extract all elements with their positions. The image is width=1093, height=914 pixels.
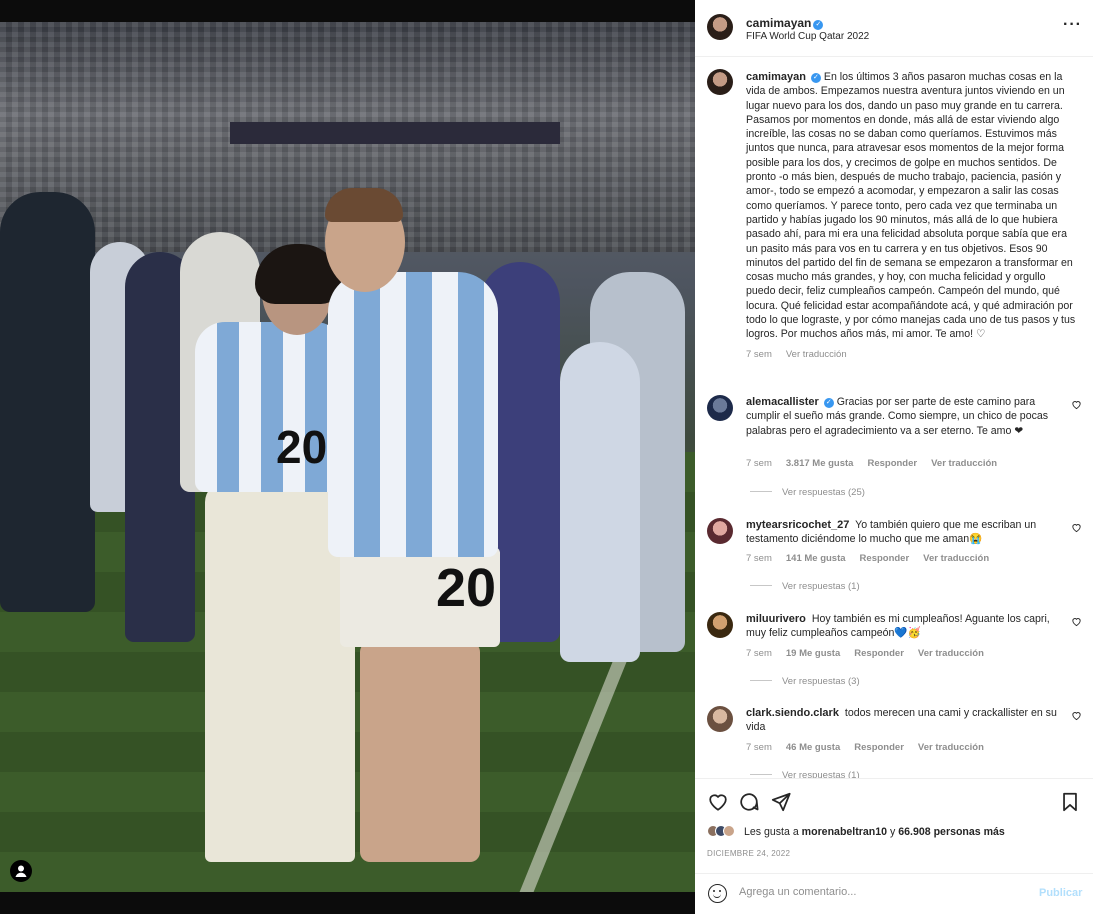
post-location[interactable]: FIFA World Cup Qatar 2022 bbox=[746, 31, 869, 42]
publish-button[interactable]: Publicar bbox=[1039, 887, 1082, 899]
comment-age: 7 sem bbox=[746, 553, 772, 564]
likes-summary[interactable]: Les gusta a morenabeltran10 y 66.908 per… bbox=[707, 825, 1005, 838]
likes-user[interactable]: morenabeltran10 bbox=[802, 826, 887, 838]
translate-link[interactable]: Ver traducción bbox=[923, 553, 989, 564]
avatar[interactable] bbox=[707, 518, 733, 544]
jersey-number-man: 20 bbox=[436, 558, 497, 618]
reply-button[interactable]: Responder bbox=[854, 742, 904, 753]
comment-body: miluurivero Hoy también es mi cumpleaños… bbox=[746, 612, 1061, 641]
comment-age: 7 sem bbox=[746, 648, 772, 659]
comment-age: 7 sem bbox=[746, 742, 772, 753]
instagram-post-modal: 20 20 camimayan ✓ FIFA World Cup Qatar 20… bbox=[0, 0, 1093, 914]
view-replies-label: Ver respuestas (25) bbox=[782, 487, 865, 498]
add-comment-bar: Publicar bbox=[695, 873, 1093, 914]
comment-like-icon[interactable] bbox=[1071, 399, 1083, 411]
background-person bbox=[0, 192, 95, 612]
translate-link[interactable]: Ver traducción bbox=[786, 349, 847, 360]
man-legs bbox=[360, 642, 480, 862]
more-icon[interactable]: ··· bbox=[1063, 16, 1082, 34]
translate-link[interactable]: Ver traducción bbox=[931, 458, 997, 469]
comment-likes[interactable]: 3.817 Me gusta bbox=[786, 458, 854, 469]
comment-body: mytearsricochet_27 Yo también quiero que… bbox=[746, 518, 1061, 547]
verified-icon: ✓ bbox=[823, 398, 834, 408]
reply-button[interactable]: Responder bbox=[860, 553, 910, 564]
translate-link[interactable]: Ver traducción bbox=[918, 742, 984, 753]
post-date: DICIEMBRE 24, 2022 bbox=[707, 849, 791, 858]
comment-icon[interactable] bbox=[738, 791, 760, 813]
comment-username[interactable]: mytearsricochet_27 bbox=[746, 519, 849, 531]
caption-age: 7 sem bbox=[746, 348, 772, 360]
avatar[interactable] bbox=[707, 14, 733, 40]
caption-meta: 7 sem Ver traducción bbox=[746, 348, 1076, 362]
header-user: camimayan ✓ bbox=[746, 14, 824, 32]
avatar[interactable] bbox=[707, 612, 733, 638]
likes-prefix: Les gusta a bbox=[743, 826, 802, 838]
avatar[interactable] bbox=[707, 69, 733, 95]
comment-likes[interactable]: 141 Me gusta bbox=[786, 553, 846, 564]
comment-like-icon[interactable] bbox=[1071, 522, 1083, 534]
modal-bottom-backdrop bbox=[0, 892, 695, 914]
caption-text: En los últimos 3 años pasaron muchas cos… bbox=[746, 71, 1076, 341]
background-person bbox=[560, 342, 640, 662]
post-author-username[interactable]: camimayan bbox=[746, 16, 811, 30]
comment-age: 7 sem bbox=[746, 458, 772, 469]
reply-button[interactable]: Responder bbox=[854, 648, 904, 659]
man-hair bbox=[325, 188, 403, 222]
comment-username[interactable]: miluurivero bbox=[746, 613, 806, 625]
share-icon[interactable] bbox=[770, 791, 792, 813]
comment-meta: 7 sem 46 Me gusta Responder Ver traducción bbox=[746, 742, 998, 753]
comment-input[interactable] bbox=[739, 886, 1019, 898]
heart-icon[interactable] bbox=[707, 791, 729, 813]
comment-username[interactable]: clark.siendo.clark bbox=[746, 707, 839, 719]
stadium-banner bbox=[230, 122, 560, 144]
post-header: camimayan ✓ FIFA World Cup Qatar 2022 ··· bbox=[695, 0, 1093, 57]
translate-link[interactable]: Ver traducción bbox=[918, 648, 984, 659]
comment-username[interactable]: alemacallister bbox=[746, 396, 819, 408]
verified-icon: ✓ bbox=[810, 73, 821, 83]
emoji-icon[interactable] bbox=[708, 884, 727, 903]
comment-like-icon[interactable] bbox=[1071, 710, 1083, 722]
view-replies-label: Ver respuestas (1) bbox=[782, 581, 860, 592]
comment-meta: 7 sem 19 Me gusta Responder Ver traducción bbox=[746, 648, 998, 659]
replies-dash bbox=[750, 585, 772, 586]
comment-meta: 7 sem 141 Me gusta Responder Ver traducción bbox=[746, 553, 1003, 564]
comment-body: clark.siendo.clark todos merecen una cam… bbox=[746, 706, 1061, 735]
view-replies-button[interactable]: Ver respuestas (1) bbox=[750, 581, 860, 592]
view-replies-button[interactable]: Ver respuestas (25) bbox=[750, 487, 865, 498]
man-jersey bbox=[328, 272, 498, 557]
view-replies-button[interactable]: Ver respuestas (3) bbox=[750, 676, 860, 687]
comment-like-icon[interactable] bbox=[1071, 616, 1083, 628]
comment-meta: 7 sem 3.817 Me gusta Responder Ver traducci… bbox=[746, 458, 1011, 469]
replies-dash bbox=[750, 680, 772, 681]
comment-body: alemacallister ✓ Gracias por ser parte de… bbox=[746, 395, 1061, 438]
view-replies-label: Ver respuestas (3) bbox=[782, 676, 860, 687]
post-caption: camimayan ✓ En los últimos 3 años pasaron… bbox=[746, 70, 1076, 362]
bookmark-icon[interactable] bbox=[1059, 791, 1081, 813]
post-side-panel: camimayan ✓ FIFA World Cup Qatar 2022 ···… bbox=[695, 0, 1093, 914]
avatar bbox=[723, 825, 735, 837]
replies-dash bbox=[750, 774, 772, 775]
comment-likes[interactable]: 19 Me gusta bbox=[786, 648, 840, 659]
post-photo[interactable]: 20 20 bbox=[0, 22, 695, 892]
verified-icon: ✓ bbox=[813, 20, 824, 30]
avatar[interactable] bbox=[707, 395, 733, 421]
likes-count[interactable]: 66.908 personas más bbox=[898, 826, 1005, 838]
replies-dash bbox=[750, 491, 772, 492]
comment-likes[interactable]: 46 Me gusta bbox=[786, 742, 840, 753]
caption-username[interactable]: camimayan bbox=[746, 71, 806, 83]
jersey-number-woman: 20 bbox=[276, 421, 328, 473]
likes-middle: y bbox=[887, 826, 899, 838]
user-tag-icon[interactable] bbox=[10, 860, 32, 882]
reply-button[interactable]: Responder bbox=[867, 458, 917, 469]
avatar[interactable] bbox=[707, 706, 733, 732]
